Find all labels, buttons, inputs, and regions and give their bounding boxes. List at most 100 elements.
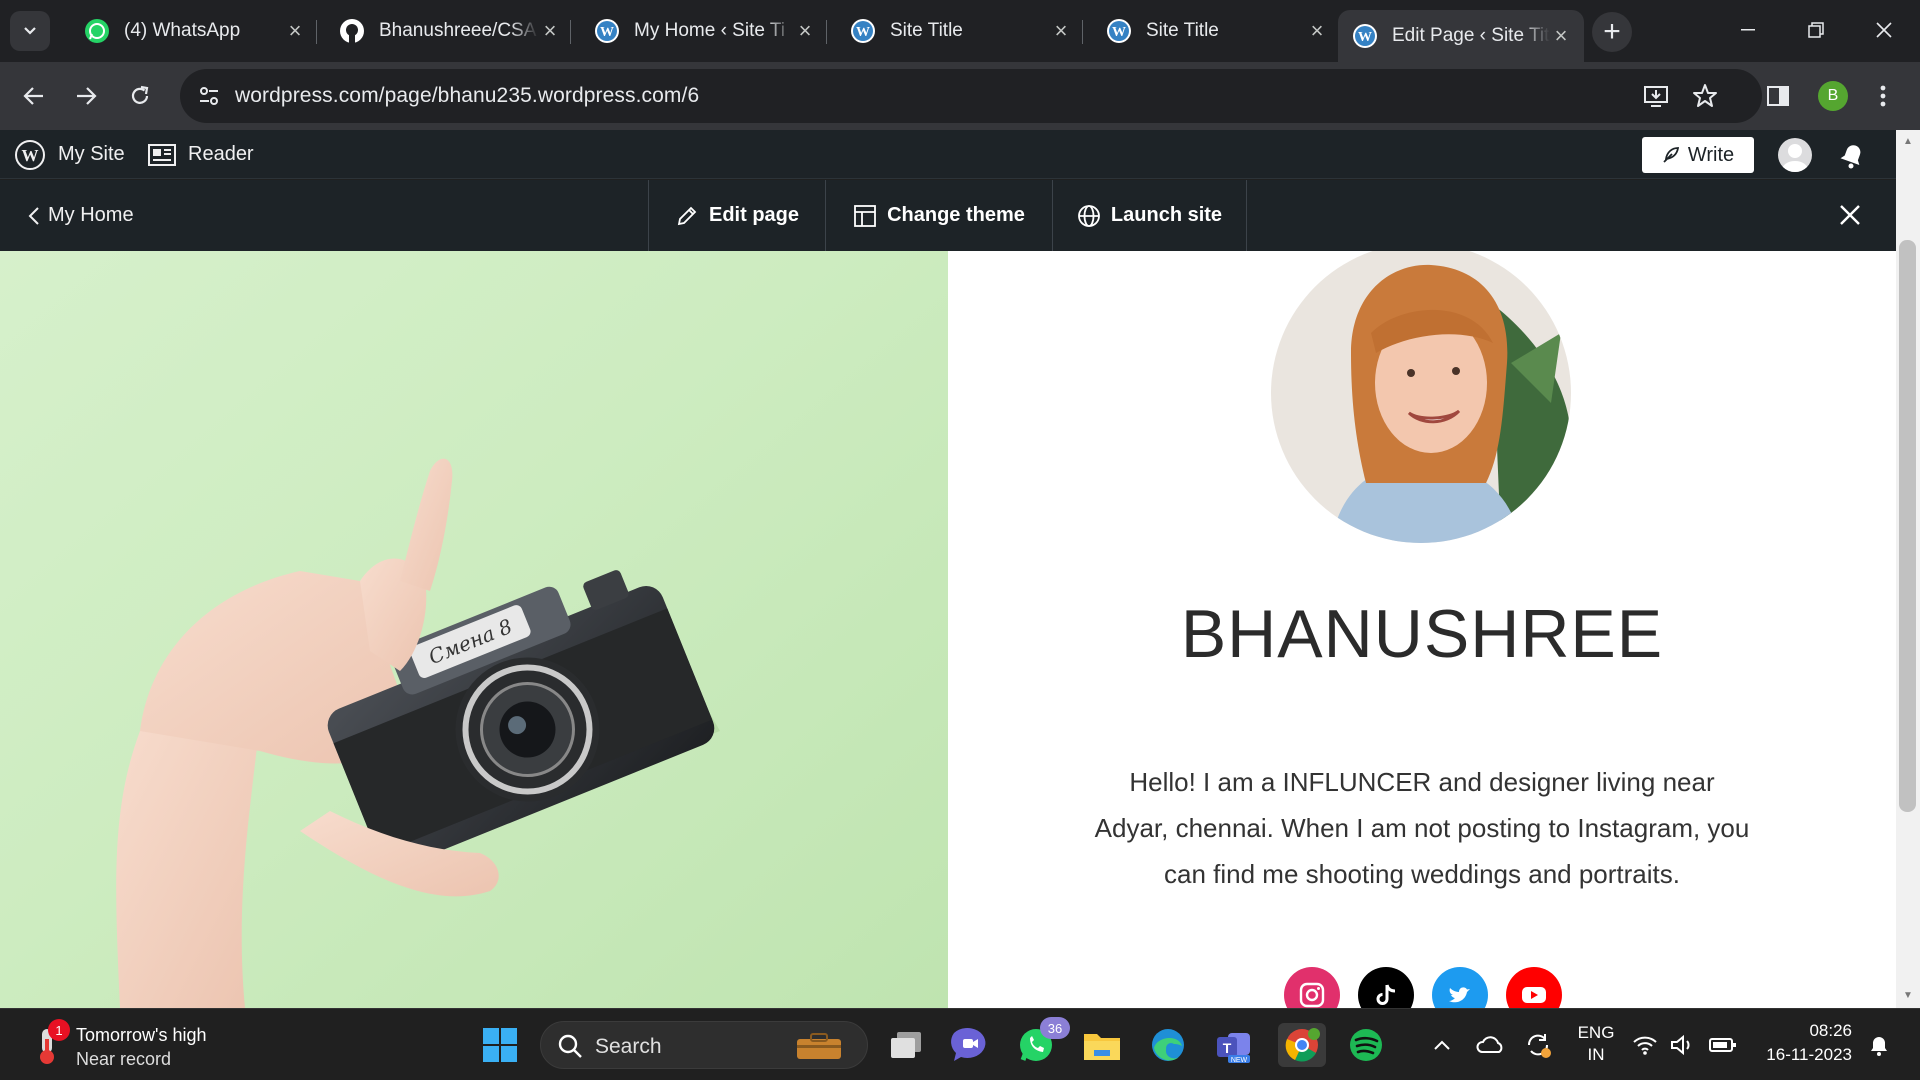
scrollbar-thumb[interactable] [1899, 240, 1916, 812]
new-tab-button[interactable]: + [1592, 12, 1632, 52]
battery-tray[interactable] [1706, 1023, 1740, 1067]
task-view-button[interactable] [884, 1023, 928, 1067]
github-icon [340, 19, 364, 43]
side-panel-button[interactable] [1760, 78, 1796, 114]
minimize-icon [1741, 29, 1755, 31]
site-title: BHANUSHREE [1180, 596, 1664, 672]
back-to-my-home[interactable]: My Home [28, 180, 134, 251]
sync-tray[interactable] [1516, 1023, 1560, 1067]
forward-button[interactable] [66, 76, 106, 116]
windows-logo-icon [483, 1028, 517, 1062]
weather-widget[interactable]: 1 Tomorrow's high Near record [26, 1019, 226, 1071]
weather-line-1: Tomorrow's high [76, 1025, 207, 1045]
minimize-button[interactable] [1722, 10, 1774, 50]
launch-site-button[interactable]: Launch site [1052, 180, 1247, 251]
tab-divider [826, 20, 827, 44]
briefcase-icon [797, 1033, 841, 1059]
close-tab-icon[interactable]: × [794, 18, 816, 43]
tab-github[interactable]: Bhanushreee/CSA × [325, 10, 573, 52]
restore-button[interactable] [1790, 10, 1842, 50]
cloud-icon [1476, 1036, 1503, 1053]
scroll-up-arrow[interactable]: ▲ [1902, 136, 1914, 148]
tab-title: Bhanushreee/CSA [379, 20, 537, 41]
close-tab-icon[interactable]: × [539, 18, 561, 43]
clock[interactable]: 08:26 16-11-2023 [1752, 1021, 1852, 1065]
close-tab-icon[interactable]: × [1050, 18, 1072, 43]
wifi-tray[interactable] [1630, 1023, 1660, 1067]
bookmark-star-icon[interactable] [1691, 82, 1719, 110]
url-text[interactable]: wordpress.com/page/bhanu235.wordpress.co… [235, 84, 699, 108]
svg-text:W: W [22, 146, 39, 165]
install-app-icon[interactable] [1642, 82, 1670, 110]
browser-menu-button[interactable] [1868, 78, 1898, 114]
bio-text: Hello! I am a INFLUNCER and designer liv… [1094, 767, 1750, 889]
twitter-icon [1449, 987, 1470, 1003]
file-explorer-app[interactable] [1080, 1023, 1124, 1067]
chrome-app[interactable] [1278, 1023, 1326, 1067]
side-panel-icon [1767, 86, 1789, 106]
language-indicator[interactable]: ENG IN [1572, 1023, 1620, 1065]
arrow-right-icon [77, 87, 97, 105]
start-button[interactable] [478, 1023, 522, 1067]
spotify-app[interactable] [1344, 1023, 1388, 1067]
weather-alert-badge: 1 [48, 1019, 70, 1041]
user-icon [1782, 144, 1808, 172]
edge-app[interactable] [1146, 1023, 1190, 1067]
wordpress-icon: W [595, 19, 619, 43]
edit-page-button[interactable]: Edit page [648, 180, 825, 251]
edit-page-label: Edit page [708, 204, 799, 226]
folder-icon [1084, 1034, 1120, 1060]
globe-icon [1078, 204, 1100, 227]
volume-tray[interactable] [1668, 1023, 1698, 1067]
close-tab-icon[interactable]: × [284, 18, 306, 43]
whatsapp-app[interactable]: 36 [1014, 1017, 1070, 1067]
tab-search-button[interactable] [10, 11, 50, 51]
change-theme-button[interactable]: Change theme [825, 180, 1052, 251]
svg-text:W: W [1358, 30, 1372, 45]
taskbar-search[interactable]: Search [540, 1021, 868, 1069]
tab-my-home[interactable]: W My Home ‹ Site Ti × [580, 10, 828, 52]
close-tab-icon[interactable]: × [1306, 18, 1328, 43]
tab-title: My Home ‹ Site Ti [634, 20, 785, 41]
close-tab-icon[interactable]: × [1550, 23, 1572, 48]
address-bar[interactable]: wordpress.com/page/bhanu235.wordpress.co… [180, 69, 1762, 123]
tiktok-link[interactable] [1358, 967, 1414, 1008]
show-hidden-icons-button[interactable] [1420, 1023, 1464, 1067]
scroll-down-arrow[interactable]: ▼ [1902, 990, 1914, 1002]
tab-whatsapp[interactable]: (4) WhatsApp × [70, 10, 318, 52]
back-button[interactable] [14, 76, 54, 116]
site-info-icon[interactable] [196, 83, 222, 109]
reload-button[interactable] [120, 76, 160, 116]
teams-chat-app[interactable] [948, 1023, 992, 1067]
onedrive-tray[interactable] [1468, 1023, 1512, 1067]
tab-title: (4) WhatsApp [124, 20, 241, 41]
region-code: IN [1587, 1045, 1605, 1064]
twitter-link[interactable] [1432, 967, 1488, 1008]
speaker-icon [1671, 1034, 1690, 1056]
close-icon[interactable] [1834, 199, 1866, 231]
write-button[interactable]: Write [1642, 137, 1754, 173]
youtube-link[interactable] [1506, 967, 1562, 1008]
teams-app[interactable]: T NEW [1212, 1023, 1256, 1067]
reload-icon [131, 85, 149, 104]
profile-photo [1271, 251, 1571, 543]
woman-portrait-image [1271, 251, 1571, 543]
notifications-bell-icon[interactable] [1836, 140, 1868, 172]
instagram-link[interactable] [1284, 967, 1340, 1008]
profile-avatar[interactable]: B [1818, 81, 1848, 111]
svg-text:NEW: NEW [1231, 1057, 1248, 1064]
tab-site-title-2[interactable]: W Site Title × [1092, 10, 1340, 52]
svg-text:W: W [600, 25, 614, 40]
tab-divider [570, 20, 571, 44]
battery-icon [1709, 1038, 1736, 1052]
social-links [1284, 967, 1562, 1008]
my-site-link[interactable]: W My Site [14, 130, 125, 179]
notifications-button[interactable] [1862, 1023, 1896, 1067]
tab-edit-page[interactable]: W Edit Page ‹ Site Tit × [1338, 10, 1584, 62]
tab-strip: (4) WhatsApp × Bhanushreee/CSA × W My Ho… [0, 0, 1920, 62]
user-avatar[interactable] [1778, 138, 1812, 172]
tab-site-title[interactable]: W Site Title × [836, 10, 1084, 52]
close-window-button[interactable] [1858, 10, 1910, 50]
tiktok-icon [1376, 984, 1396, 1005]
reader-link[interactable]: Reader [148, 130, 254, 179]
